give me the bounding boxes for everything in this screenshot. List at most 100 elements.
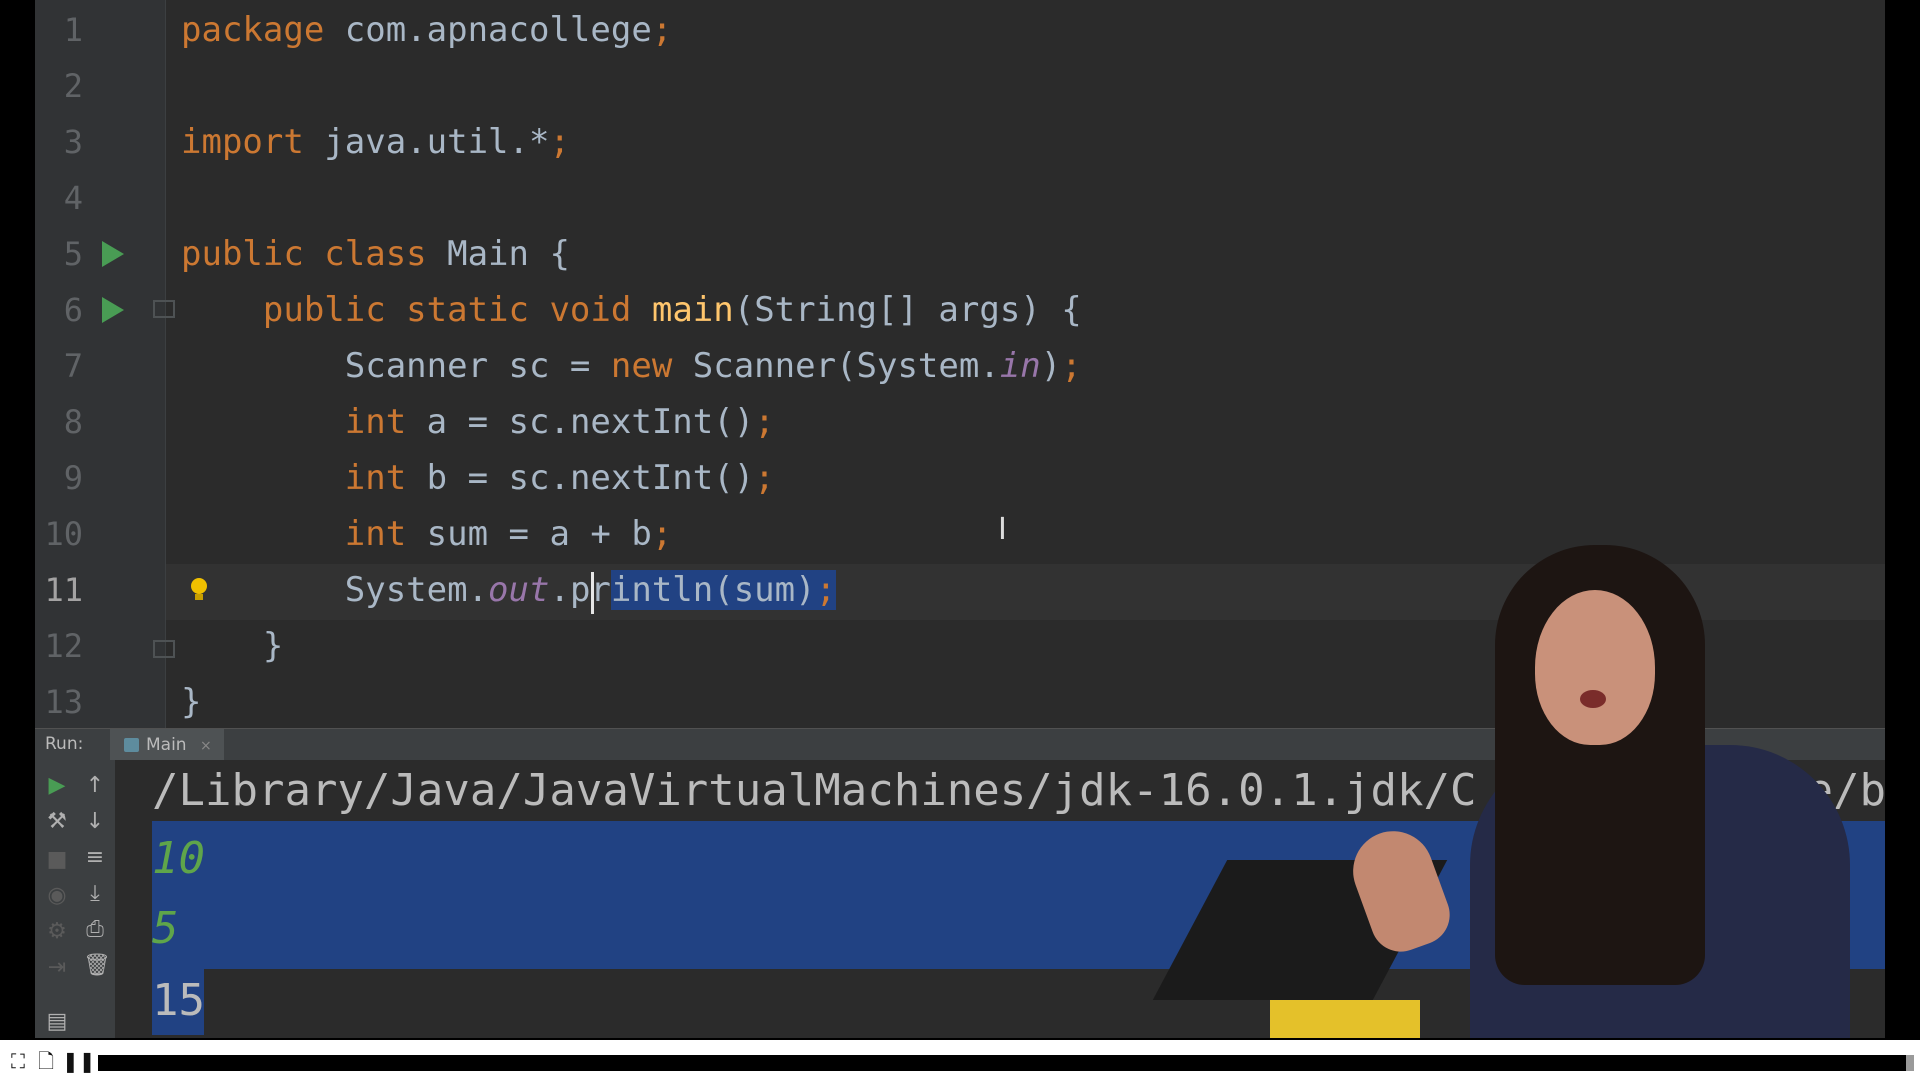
run-gutter-icon[interactable]: [102, 241, 124, 267]
run-config-icon: [124, 738, 139, 752]
code-token: ): [1040, 346, 1062, 386]
code-token: b = sc.nextInt(): [406, 458, 755, 498]
code-token: Scanner sc =: [181, 346, 611, 386]
line-number: 6: [63, 291, 83, 329]
console-input-line: 5: [152, 903, 179, 954]
line-number: 3: [63, 123, 83, 161]
code-token: public static void: [262, 290, 632, 330]
fold-column: [165, 0, 166, 728]
line-number: 4: [63, 179, 83, 217]
fold-marker-icon[interactable]: [153, 300, 175, 318]
right-frame-edge: [1885, 0, 1920, 1040]
code-token: Main {: [426, 234, 570, 274]
ibeam-cursor-icon: I: [998, 512, 1007, 547]
trash-icon[interactable]: 🗑: [83, 954, 111, 978]
code-token: public class: [181, 234, 427, 274]
code-line[interactable]: Scanner sc = new Scanner(System.in);: [181, 338, 1082, 394]
fullscreen-icon[interactable]: ⛶: [6, 1049, 30, 1073]
code-token: a = sc.nextInt(): [406, 402, 755, 442]
line-number: 13: [44, 683, 83, 721]
up-arrow-icon[interactable]: ↑: [83, 774, 107, 798]
code-line[interactable]: }: [181, 618, 283, 674]
presenter-mouth: [1580, 690, 1606, 708]
page-icon[interactable]: 🗋: [34, 1049, 58, 1073]
soft-wrap-icon[interactable]: ≡: [83, 846, 107, 870]
code-token: ;: [754, 458, 775, 498]
code-token: ;: [815, 570, 837, 610]
wrench-icon[interactable]: ⚒: [45, 810, 69, 834]
code-token: new: [610, 346, 673, 386]
code-line[interactable]: package com.apnacollege;: [181, 2, 672, 58]
code-token: sum = a + b: [406, 514, 652, 554]
code-line[interactable]: System.out.println(sum);: [181, 562, 837, 618]
code-token: in: [999, 346, 1041, 386]
line-number: 2: [63, 67, 83, 105]
laptop-highlight: [1270, 1000, 1420, 1038]
line-number: 10: [44, 515, 83, 553]
code-token: intln(sum): [610, 570, 816, 610]
console-output-line: 15: [152, 975, 205, 1026]
rerun-icon[interactable]: ▶: [45, 774, 69, 798]
code-token: import: [181, 122, 304, 162]
code-token: com.apnacollege: [324, 10, 652, 50]
code-token: .pr: [549, 570, 611, 610]
progress-bar[interactable]: [98, 1055, 1906, 1071]
code-token: main: [651, 290, 734, 330]
code-line[interactable]: }: [181, 674, 201, 730]
scroll-to-end-icon[interactable]: ⤓: [83, 882, 107, 906]
code-line[interactable]: int a = sc.nextInt();: [181, 394, 775, 450]
layout-icon[interactable]: ▤: [45, 1010, 69, 1034]
line-number: 11: [44, 571, 83, 609]
code-line[interactable]: public class Main {: [181, 226, 570, 282]
code-token: ;: [651, 514, 673, 554]
code-token: ;: [754, 402, 775, 442]
code-token: System.: [181, 570, 489, 610]
line-number: 9: [63, 459, 83, 497]
run-toolbar: ▶ ↑ ⚒ ↓ ■ ≡ ◉ ⤓ ⚙ ⎙ ⇥ 🗑 ▤: [35, 760, 115, 1038]
video-player-bar: ⛶ 🗋 ❚❚: [0, 1040, 1920, 1080]
stop-icon[interactable]: ■: [45, 848, 69, 872]
exit-icon[interactable]: ⇥: [45, 956, 69, 980]
code-token: ;: [549, 122, 570, 162]
code-line[interactable]: import java.util.*;: [181, 114, 570, 170]
code-token: }: [181, 682, 202, 722]
code-token: java.util.*: [303, 122, 550, 162]
code-line[interactable]: int b = sc.nextInt();: [181, 450, 775, 506]
code-token: }: [181, 626, 284, 666]
code-token: package: [181, 10, 325, 50]
run-tab-main[interactable]: Main ×: [110, 729, 224, 761]
code-token: (String[] args) {: [733, 290, 1082, 330]
fold-marker-icon[interactable]: [153, 640, 175, 658]
console-input-line: 10: [152, 833, 205, 884]
code-token: ;: [1061, 346, 1082, 386]
close-tab-icon[interactable]: ×: [200, 738, 212, 754]
line-number: 5: [63, 235, 83, 273]
code-line[interactable]: int sum = a + b;: [181, 506, 673, 562]
run-tab-label: Main: [146, 735, 187, 755]
run-gutter-icon[interactable]: [102, 297, 124, 323]
code-token: int: [344, 514, 407, 554]
code-token: int: [344, 402, 407, 442]
code-token: Scanner(System.: [672, 346, 1000, 386]
settings-icon[interactable]: ⚙: [45, 920, 69, 944]
code-token: out: [488, 570, 550, 610]
code-token: int: [344, 458, 407, 498]
code-token: ;: [651, 10, 673, 50]
run-label: Run:: [45, 734, 84, 754]
presenter-face: [1535, 590, 1655, 745]
down-arrow-icon[interactable]: ↓: [83, 810, 107, 834]
line-number: 8: [63, 403, 83, 441]
pause-icon[interactable]: ❚❚: [62, 1049, 96, 1073]
line-number: 12: [44, 627, 83, 665]
print-icon[interactable]: ⎙: [83, 918, 107, 942]
camera-icon[interactable]: ◉: [45, 884, 69, 908]
code-line[interactable]: public static void main(String[] args) {: [181, 282, 1082, 338]
line-number: 1: [63, 11, 83, 49]
line-number: 7: [63, 347, 83, 385]
progress-handle[interactable]: [1906, 1055, 1914, 1071]
